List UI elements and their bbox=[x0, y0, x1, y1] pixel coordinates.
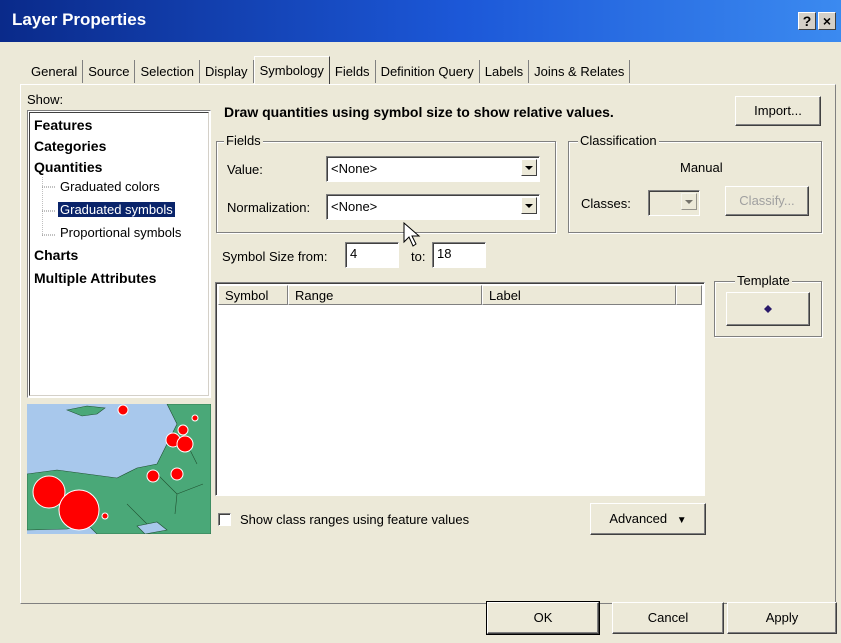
preview-map-image bbox=[27, 404, 211, 534]
normalization-label: Normalization: bbox=[227, 200, 311, 215]
tab-joins-relates[interactable]: Joins & Relates bbox=[529, 60, 631, 83]
tab-symbology[interactable]: Symbology bbox=[253, 56, 330, 84]
show-label: Show: bbox=[27, 92, 64, 107]
symbol-size-from-label: Symbol Size from: bbox=[222, 249, 328, 264]
symbol-size-to-label: to: bbox=[411, 249, 426, 264]
symbol-table[interactable]: Symbol Range Label bbox=[215, 282, 705, 496]
tree-item-graduated-symbols[interactable]: Graduated symbols bbox=[58, 202, 175, 217]
tab-labels[interactable]: Labels bbox=[480, 60, 530, 83]
normalization-combo-text: <None> bbox=[331, 199, 378, 214]
classify-button[interactable]: Classify... bbox=[725, 186, 809, 216]
tree-item-features[interactable]: Features bbox=[34, 117, 92, 133]
tab-source[interactable]: Source bbox=[83, 60, 136, 83]
description-text: Draw quantities using symbol size to sho… bbox=[224, 104, 614, 120]
advanced-button[interactable]: Advanced ▼ bbox=[590, 503, 706, 535]
value-label: Value: bbox=[227, 162, 263, 177]
column-header-symbol[interactable]: Symbol bbox=[218, 285, 288, 305]
tree-item-charts[interactable]: Charts bbox=[34, 247, 78, 263]
chevron-down-icon[interactable] bbox=[681, 193, 697, 210]
column-header-range[interactable]: Range bbox=[288, 285, 482, 305]
symbol-size-to-input[interactable]: 18 bbox=[432, 242, 486, 268]
advanced-button-label: Advanced bbox=[609, 511, 668, 526]
tree-item-quantities[interactable]: Quantities bbox=[34, 159, 102, 175]
tab-display[interactable]: Display bbox=[200, 60, 254, 83]
column-header-spacer bbox=[676, 285, 702, 305]
diamond-symbol-icon bbox=[764, 305, 772, 313]
apply-button[interactable]: Apply bbox=[727, 602, 837, 634]
tab-fields[interactable]: Fields bbox=[330, 60, 376, 83]
show-tree[interactable]: Features Categories Quantities Graduated… bbox=[27, 110, 211, 398]
mouse-cursor-icon bbox=[403, 222, 421, 247]
column-header-label[interactable]: Label bbox=[482, 285, 676, 305]
window-title: Layer Properties bbox=[12, 10, 147, 29]
tree-item-graduated-colors[interactable]: Graduated colors bbox=[60, 179, 160, 194]
value-combo-text: <None> bbox=[331, 161, 378, 176]
chevron-down-icon[interactable] bbox=[521, 197, 537, 214]
classes-label: Classes: bbox=[581, 196, 631, 211]
tab-selection[interactable]: Selection bbox=[135, 60, 200, 83]
cancel-button[interactable]: Cancel bbox=[612, 602, 724, 634]
tab-general[interactable]: General bbox=[26, 60, 84, 83]
classification-method: Manual bbox=[680, 160, 723, 175]
normalization-combo[interactable]: <None> bbox=[326, 194, 540, 220]
tree-item-proportional-symbols[interactable]: Proportional symbols bbox=[60, 225, 181, 240]
value-combo[interactable]: <None> bbox=[326, 156, 540, 182]
dropdown-arrow-icon: ▼ bbox=[676, 515, 687, 526]
tree-item-categories[interactable]: Categories bbox=[34, 138, 106, 154]
template-label: Template bbox=[735, 273, 792, 288]
import-button[interactable]: Import... bbox=[735, 96, 821, 126]
tab-definition-query[interactable]: Definition Query bbox=[376, 60, 480, 83]
tab-strip: General Source Selection Display Symbolo… bbox=[26, 56, 631, 86]
template-symbol-button[interactable] bbox=[726, 292, 810, 326]
show-class-ranges-label: Show class ranges using feature values bbox=[240, 512, 470, 527]
tree-item-multiple-attributes[interactable]: Multiple Attributes bbox=[34, 270, 156, 286]
classification-group-label: Classification bbox=[578, 133, 659, 148]
help-button[interactable]: ? bbox=[798, 12, 816, 30]
fields-group-label: Fields bbox=[224, 133, 263, 148]
show-class-ranges-checkbox[interactable] bbox=[218, 513, 231, 526]
symbol-size-from-input[interactable]: 4 bbox=[345, 242, 399, 268]
ok-button[interactable]: OK bbox=[486, 601, 600, 635]
close-button[interactable]: × bbox=[818, 12, 836, 30]
classes-combo[interactable] bbox=[648, 190, 700, 216]
chevron-down-icon[interactable] bbox=[521, 159, 537, 176]
